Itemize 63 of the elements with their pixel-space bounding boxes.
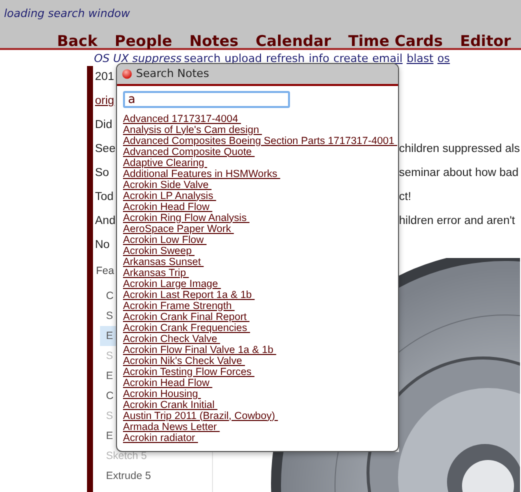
search-field[interactable]: a — [123, 90, 290, 108]
note-text: No — [95, 238, 110, 254]
result-link[interactable]: Arkansas Trip — [123, 268, 189, 278]
result-link[interactable]: Acrokin LP Analysis — [123, 190, 216, 202]
result-link[interactable]: AeroSpace Paper Work — [123, 224, 234, 234]
toolbar-link[interactable]: create — [333, 52, 368, 66]
result-link[interactable]: Acrokin Housing — [123, 388, 201, 400]
result-link[interactable]: Acrokin Check Valve — [123, 334, 220, 344]
mode-label: OS UX suppress — [94, 52, 183, 66]
result-link[interactable]: Acrokin Low Flow — [123, 234, 207, 246]
note-text: 201 — [95, 70, 114, 86]
result-link[interactable]: Additional Features in HSMWorks — [123, 168, 280, 180]
toolbar-link[interactable]: search — [184, 52, 221, 66]
note-text: And — [95, 214, 116, 230]
result-link[interactable]: Acrokin Head Flow — [123, 378, 212, 388]
note-text: children suppressed als — [399, 142, 520, 158]
note-text: hildren error and aren't — [399, 214, 515, 230]
result-link[interactable]: Acrokin Large Image — [123, 278, 221, 290]
nav-link[interactable]: Back — [57, 31, 98, 51]
result-link[interactable]: Acrokin Side Valve — [123, 180, 212, 190]
result-link[interactable]: Acrokin Testing Flow Forces — [123, 366, 254, 378]
nav-link[interactable]: Time Cards — [348, 31, 443, 51]
note-text: See — [95, 142, 116, 158]
toolbar-link[interactable]: os — [437, 52, 450, 66]
status-text: loading search window — [3, 6, 132, 21]
close-icon[interactable] — [122, 69, 132, 79]
result-link[interactable]: Acrokin Frame Strength — [123, 300, 235, 312]
result-link[interactable]: Acrokin Crank Initial — [123, 400, 218, 410]
note-text: Did — [95, 118, 112, 134]
note-text: So — [95, 166, 110, 182]
result-link[interactable]: Acrokin Crank Final Report — [123, 312, 250, 322]
toolbar-link[interactable]: info — [308, 52, 330, 66]
result-link[interactable]: Acrokin Nik's Check Valve — [123, 356, 245, 366]
result-link[interactable]: Acrokin Sweep — [123, 246, 195, 256]
toolbar-link[interactable]: email — [372, 52, 403, 66]
result-link[interactable]: Analysis of Lyle's Cam design — [123, 124, 262, 136]
nav-link[interactable]: People — [114, 31, 172, 51]
result-link[interactable]: Austin Trip 2011 (Brazil, Cowboy) — [123, 410, 278, 422]
result-link[interactable]: Armada News Letter — [123, 422, 220, 432]
result-link[interactable]: Adaptive Clearing — [123, 158, 208, 168]
panel-heading: Fea — [95, 264, 116, 279]
result-link[interactable]: Acrokin Flow Final Valve 1a & 1b — [123, 344, 276, 356]
result-link[interactable]: Advanced Composites Boeing Section Parts 1717317-4001 — [123, 136, 398, 146]
toolbar-link[interactable]: blast — [406, 52, 434, 66]
toolbar-link[interactable]: refresh — [266, 52, 305, 66]
note-text: ct! — [399, 190, 412, 206]
result-link[interactable]: Acrokin Crank Frequencies — [123, 322, 250, 334]
result-link[interactable]: Acrokin Last Report 1a & 1b — [123, 290, 255, 300]
dialog-title: Search Notes — [136, 66, 210, 82]
result-link[interactable]: Acrokin Ring Flow Analysis — [123, 212, 250, 224]
result-link[interactable]: Advanced 1717317-4004 — [123, 114, 241, 124]
result-link[interactable]: Advanced Composite Quote — [123, 146, 255, 158]
note-text: seminar about how bad — [399, 166, 519, 182]
note-link[interactable]: orig — [95, 93, 114, 111]
nav-link[interactable]: Editor — [460, 31, 511, 51]
feature-item[interactable]: Extrude 5 — [100, 466, 212, 486]
nav-link[interactable]: Calendar — [256, 31, 332, 51]
result-link[interactable]: Arkansas Sunset — [123, 256, 204, 268]
toolbar-link[interactable]: upload — [224, 52, 262, 66]
note-text: Tod — [95, 190, 114, 206]
result-link[interactable]: Acrokin Head Flow — [123, 202, 212, 212]
result-link[interactable]: Acrokin radiator — [123, 432, 198, 444]
nav-link[interactable]: Notes — [189, 31, 238, 51]
